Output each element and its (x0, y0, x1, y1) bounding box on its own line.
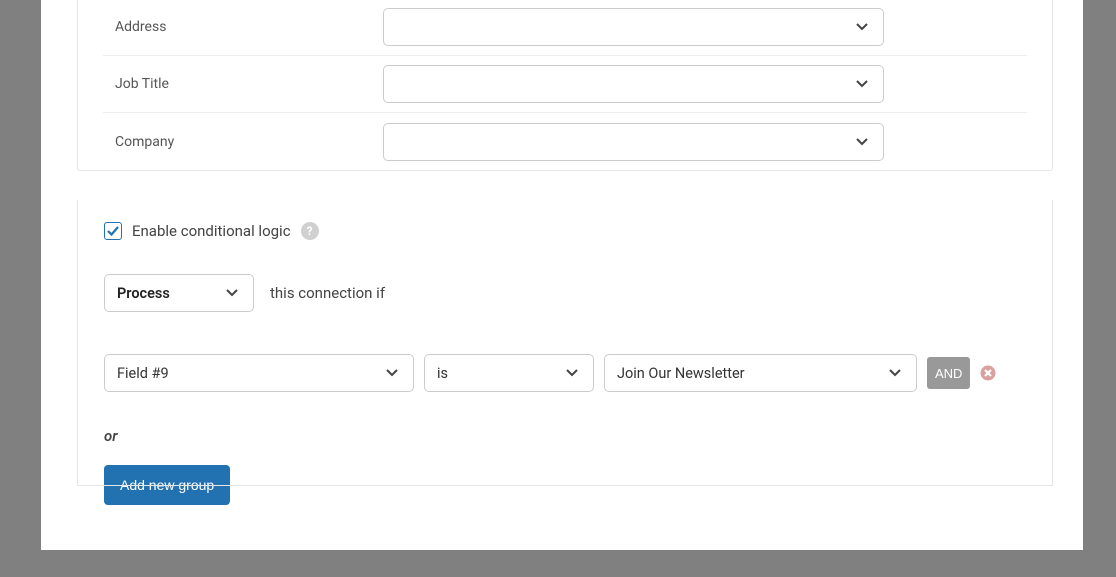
enable-conditional-checkbox[interactable] (104, 222, 122, 240)
rule-field-select[interactable]: Field #9 (104, 354, 414, 392)
add-and-rule-button[interactable]: AND (927, 357, 970, 389)
rule-value-select[interactable]: Join Our Newsletter (604, 354, 917, 392)
process-row: Process this connection if (104, 274, 1026, 312)
field-row-address: Address (103, 0, 1027, 56)
remove-rule-icon[interactable] (980, 365, 996, 381)
field-row-job-title: Job Title (103, 56, 1027, 113)
or-separator: or (104, 427, 1026, 445)
rule-operator-select[interactable]: is (424, 354, 594, 392)
condition-rule-row: Field #9 is Join Our Newsletter AND (104, 354, 1026, 392)
settings-panel: Website Address Job Title (77, 0, 1053, 171)
panel-left-border (77, 200, 78, 485)
field-label: Address (103, 19, 383, 35)
rule-field-value: Field #9 (117, 365, 169, 382)
enable-conditional-row: Enable conditional logic ? (104, 222, 1026, 240)
field-label: Company (103, 134, 383, 150)
company-select[interactable] (383, 123, 884, 161)
chevron-down-icon (565, 366, 579, 380)
process-action-select[interactable]: Process (104, 274, 254, 312)
field-mapping-table: Website Address Job Title (103, 0, 1027, 170)
chevron-down-icon (225, 286, 239, 300)
panel-bottom-border (77, 485, 1053, 486)
help-icon[interactable]: ? (301, 222, 319, 240)
chevron-down-icon (385, 366, 399, 380)
connection-if-text: this connection if (270, 284, 385, 302)
chevron-down-icon (888, 366, 902, 380)
chevron-down-icon (855, 77, 869, 91)
chevron-down-icon (855, 20, 869, 34)
rule-operator-value: is (437, 365, 448, 382)
address-select[interactable] (383, 8, 884, 46)
process-action-value: Process (117, 285, 170, 302)
rule-value-value: Join Our Newsletter (617, 365, 745, 382)
enable-conditional-label: Enable conditional logic (132, 222, 291, 240)
job-title-select[interactable] (383, 65, 884, 103)
panel-right-border (1052, 200, 1053, 485)
and-label: AND (935, 366, 962, 381)
chevron-down-icon (855, 135, 869, 149)
field-label: Job Title (103, 76, 383, 92)
field-row-company: Company (103, 113, 1027, 170)
conditional-logic-section: Enable conditional logic ? Process this … (104, 222, 1026, 527)
